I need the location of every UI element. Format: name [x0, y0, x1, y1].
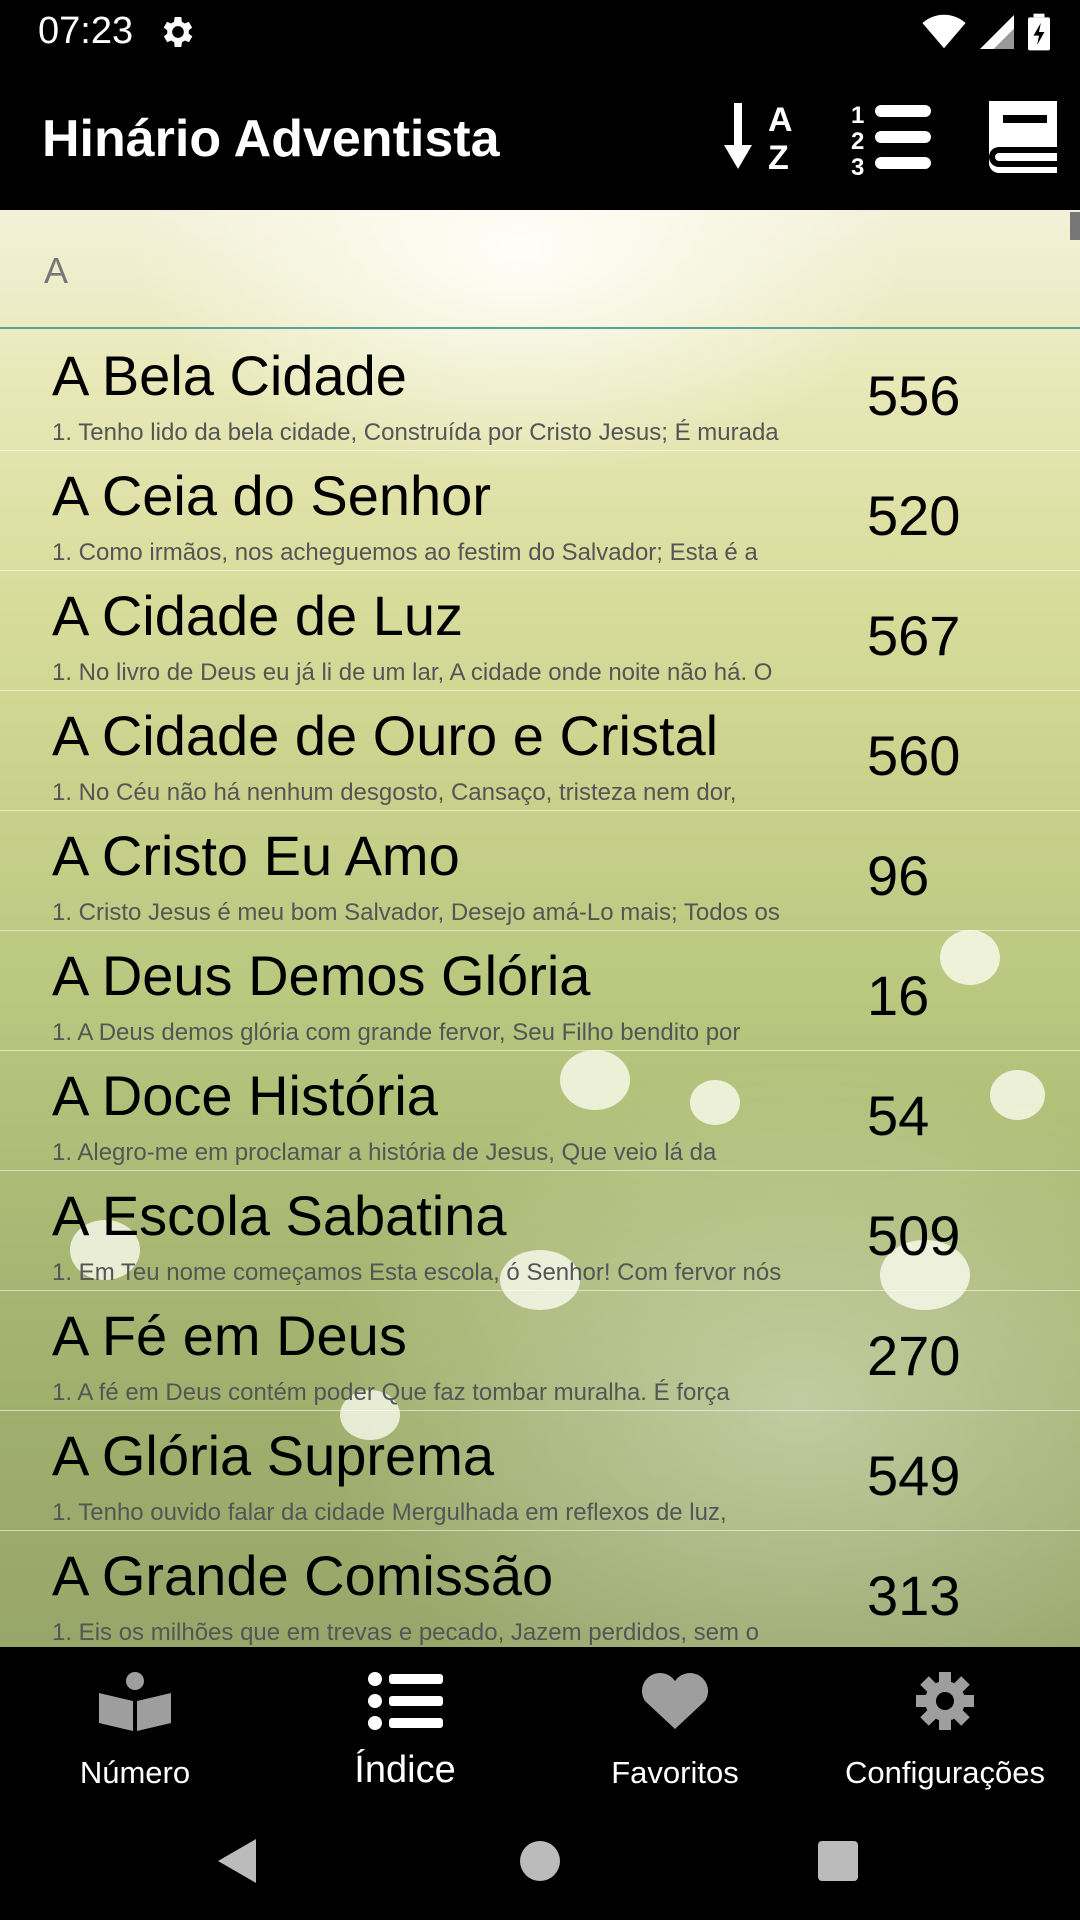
hymn-snippet: 1. Tenho ouvido falar da cidade Mergulha… — [52, 1499, 727, 1526]
svg-text:Z: Z — [768, 139, 789, 177]
hymn-title: A Cidade de Ouro e Cristal — [52, 704, 719, 767]
hymn-list-item[interactable]: A Glória Suprema 549 1. Tenho ouvido fal… — [0, 1411, 1080, 1531]
hymn-number: 313 — [867, 1564, 961, 1627]
nav-item-numero[interactable]: Número — [0, 1647, 270, 1805]
hymn-title: A Cristo Eu Amo — [52, 824, 460, 887]
hymn-title: A Bela Cidade — [52, 344, 407, 407]
hymn-number: 556 — [867, 364, 961, 427]
hymn-title: A Ceia do Senhor — [52, 464, 491, 527]
hymn-list-item[interactable]: A Doce História 54 1. Alegro-me em procl… — [0, 1051, 1080, 1171]
hymn-list-item[interactable]: A Deus Demos Glória 16 1. A Deus demos g… — [0, 931, 1080, 1051]
hymn-number: 567 — [867, 604, 961, 667]
hymn-number: 549 — [867, 1444, 961, 1507]
svg-text:2: 2 — [851, 128, 864, 155]
battery-icon — [1028, 13, 1050, 51]
hymn-list-item[interactable]: A Grande Comissão 313 1. Eis os milhões … — [0, 1531, 1080, 1647]
open-book-icon — [99, 1672, 171, 1731]
svg-text:1: 1 — [851, 102, 864, 129]
numbered-list-icon[interactable]: 1 2 3 — [845, 93, 935, 183]
hymn-title: A Deus Demos Glória — [52, 944, 591, 1007]
hymn-snippet: 1. A Deus demos glória com grande fervor… — [52, 1019, 741, 1046]
cell-signal-icon — [980, 15, 1014, 49]
status-time: 07:23 — [38, 10, 134, 52]
app-bar: Hinário Adventista A Z 1 2 3 — [0, 63, 1080, 210]
hymn-number: 520 — [867, 484, 961, 547]
sort-alpha-icon[interactable]: A Z — [720, 93, 810, 183]
recents-square-icon[interactable] — [808, 1831, 868, 1891]
hymn-list-item[interactable]: A Cidade de Luz 567 1. No livro de Deus … — [0, 571, 1080, 691]
hymn-number: 270 — [867, 1324, 961, 1387]
hymn-snippet: 1. Eis os milhões que em trevas e pecado… — [52, 1619, 760, 1646]
svg-text:3: 3 — [851, 154, 864, 181]
hymn-snippet: 1. No Céu não há nenhum desgosto, Cansaç… — [52, 779, 737, 806]
scrollbar-thumb[interactable] — [1070, 212, 1080, 240]
nav-item-favoritos[interactable]: Favoritos — [540, 1647, 810, 1805]
hymn-list-item[interactable]: A Ceia do Senhor 520 1. Como irmãos, nos… — [0, 451, 1080, 571]
hymn-title: A Escola Sabatina — [52, 1184, 507, 1247]
bottom-navigation: Número Índice Favoritos Configurações — [0, 1647, 1080, 1805]
section-header: A — [0, 210, 1080, 329]
hymn-title: A Glória Suprema — [52, 1424, 494, 1487]
wifi-icon — [922, 14, 966, 49]
hymn-snippet: 1. Em Teu nome começamos Esta escola, ó … — [52, 1259, 782, 1286]
hymn-list-item[interactable]: A Cristo Eu Amo 96 1. Cristo Jesus é meu… — [0, 811, 1080, 931]
hymn-number: 16 — [867, 964, 930, 1027]
hymn-snippet: 1. Alegro-me em proclamar a história de … — [52, 1139, 717, 1166]
hymn-number: 96 — [867, 844, 930, 907]
hymn-list-item[interactable]: A Escola Sabatina 509 1. Em Teu nome com… — [0, 1171, 1080, 1291]
nav-label: Configurações — [845, 1755, 1045, 1790]
gear-icon — [916, 1672, 974, 1730]
hymn-snippet: 1. A fé em Deus contém poder Que faz tom… — [52, 1379, 730, 1406]
nav-label: Índice — [354, 1749, 456, 1791]
hymn-list-item[interactable]: A Bela Cidade 556 1. Tenho lido da bela … — [0, 331, 1080, 451]
hymn-title: A Fé em Deus — [52, 1304, 407, 1367]
back-triangle-icon[interactable] — [208, 1831, 268, 1891]
heart-icon — [641, 1672, 709, 1729]
status-bar: 07:23 — [0, 0, 1080, 63]
hymn-list-item[interactable]: A Fé em Deus 270 1. A fé em Deus contém … — [0, 1291, 1080, 1411]
hymn-number: 54 — [867, 1084, 930, 1147]
system-navigation-bar — [0, 1805, 1080, 1920]
home-circle-icon[interactable] — [510, 1831, 570, 1891]
hymn-snippet: 1. No livro de Deus eu já li de um lar, … — [52, 659, 773, 686]
section-letter: A — [44, 250, 69, 291]
hymn-snippet: 1. Cristo Jesus é meu bom Salvador, Dese… — [52, 899, 780, 926]
hymn-number: 560 — [867, 724, 961, 787]
hymn-title: A Grande Comissão — [52, 1544, 554, 1607]
hymn-title: A Cidade de Luz — [52, 584, 463, 647]
hymn-index-list[interactable]: A A Bela Cidade 556 1. Tenho lido da bel… — [0, 210, 1080, 1647]
hymn-title: A Doce História — [52, 1064, 438, 1127]
settings-gear-icon — [163, 17, 193, 47]
nav-item-indice[interactable]: Índice — [270, 1647, 540, 1805]
hymn-number: 509 — [867, 1204, 961, 1267]
hymn-list-item[interactable]: A Cidade de Ouro e Cristal 560 1. No Céu… — [0, 691, 1080, 811]
hymn-snippet: 1. Tenho lido da bela cidade, Construída… — [52, 419, 779, 446]
nav-item-configuracoes[interactable]: Configurações — [810, 1647, 1080, 1805]
app-title: Hinário Adventista — [42, 110, 500, 168]
list-icon — [368, 1672, 443, 1730]
svg-text:A: A — [768, 101, 793, 139]
nav-label: Favoritos — [611, 1755, 739, 1790]
book-icon[interactable] — [975, 93, 1065, 183]
nav-label: Número — [79, 1755, 191, 1790]
hymn-snippet: 1. Como irmãos, nos acheguemos ao festim… — [52, 539, 758, 566]
